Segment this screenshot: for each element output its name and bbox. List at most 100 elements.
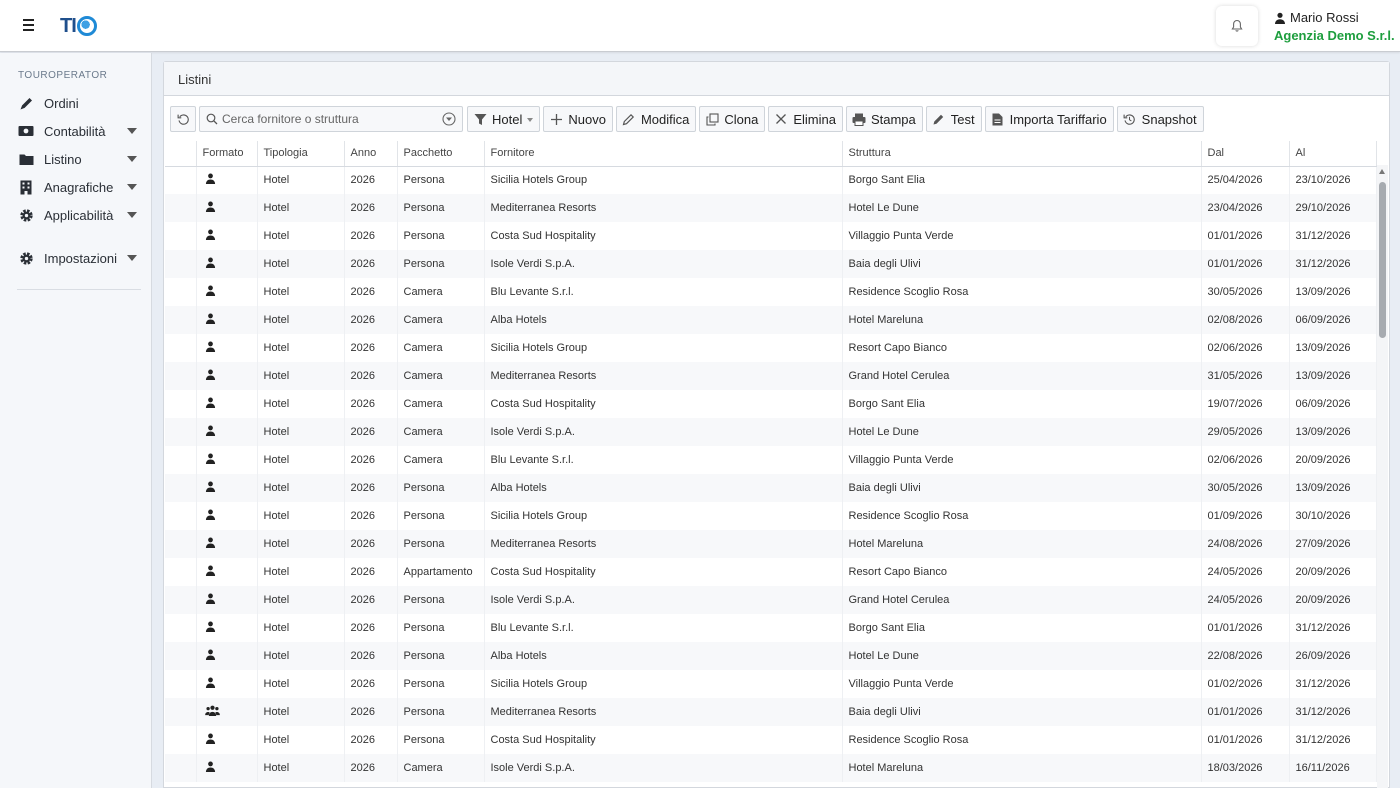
row-select-cell[interactable] <box>165 222 197 250</box>
chevron-down-icon[interactable] <box>127 212 137 218</box>
table-row[interactable]: Hotel 2026 Persona Blu Levante S.r.l. Borgo … <box>165 614 1377 642</box>
table-row[interactable]: Hotel 2026 Camera Blu Levante S.r.l. Villagg… <box>165 446 1377 474</box>
table-row[interactable]: Hotel 2026 Camera Alba Hotels Hotel Mareluna… <box>165 306 1377 334</box>
notifications-button[interactable] <box>1216 6 1258 46</box>
row-select-cell[interactable] <box>165 530 197 558</box>
column-header-formato[interactable]: Formato <box>196 141 258 167</box>
table-row[interactable]: Hotel 2026 Camera Blu Levante S.r.l. Residen… <box>165 278 1377 306</box>
column-header-dal[interactable]: Dal <box>1201 141 1290 167</box>
cell-anno: 2026 <box>344 278 398 306</box>
history-icon <box>1123 112 1137 126</box>
row-select-cell[interactable] <box>165 502 197 530</box>
print-button[interactable]: Stampa <box>845 106 923 132</box>
print-button-label: Stampa <box>870 111 916 127</box>
import-tariff-button[interactable]: Importa Tariffario <box>984 106 1114 132</box>
new-button[interactable]: Nuovo <box>543 106 613 132</box>
column-header-select[interactable] <box>165 141 197 167</box>
table-row[interactable]: Hotel 2026 Persona Alba Hotels Baia degli Ul… <box>165 474 1377 502</box>
cell-dal: 01/01/2026 <box>1201 726 1290 754</box>
type-filter-dropdown[interactable]: Hotel <box>467 106 541 132</box>
sidebar-item-contabilita[interactable]: Contabilità <box>17 120 139 142</box>
refresh-button[interactable] <box>170 106 196 132</box>
row-select-cell[interactable] <box>165 586 197 614</box>
app-logo[interactable]: TI <box>60 14 97 38</box>
logo-text: TI <box>60 14 77 37</box>
cell-al: 26/09/2026 <box>1289 642 1377 670</box>
column-header-struttura[interactable]: Struttura <box>842 141 1202 167</box>
table-row[interactable]: Hotel 2026 Persona Sicilia Hotels Group Resi… <box>165 502 1377 530</box>
table-row[interactable]: Hotel 2026 Persona Sicilia Hotels Group Borg… <box>165 166 1377 194</box>
row-select-cell[interactable] <box>165 306 197 334</box>
cell-pacchetto: Camera <box>397 754 485 782</box>
scrollbar-thumb[interactable] <box>1379 182 1386 338</box>
snapshot-button[interactable]: Snapshot <box>1116 106 1204 132</box>
row-select-cell[interactable] <box>165 390 197 418</box>
sidebar-item-applicabilita[interactable]: Applicabilità <box>17 204 139 226</box>
column-header-tipologia[interactable]: Tipologia <box>257 141 345 167</box>
table-row[interactable]: Hotel 2026 Camera Sicilia Hotels Group Resor… <box>165 334 1377 362</box>
clone-button[interactable]: Clona <box>699 106 766 132</box>
row-select-cell[interactable] <box>165 726 197 754</box>
column-header-pacchetto[interactable]: Pacchetto <box>397 141 485 167</box>
sidebar-item-listino[interactable]: Listino <box>17 148 139 170</box>
table-row[interactable]: Hotel 2026 Persona Mediterranea Resorts Hote… <box>165 530 1377 558</box>
table-row[interactable]: Hotel 2026 Camera Mediterranea Resorts Grand… <box>165 362 1377 390</box>
cell-anno: 2026 <box>344 726 398 754</box>
column-header-anno[interactable]: Anno <box>344 141 398 167</box>
edit-button[interactable]: Modifica <box>615 106 697 132</box>
row-select-cell[interactable] <box>165 362 197 390</box>
row-select-cell[interactable] <box>165 194 197 222</box>
vertical-scrollbar[interactable] <box>1377 165 1388 788</box>
row-select-cell[interactable] <box>165 474 197 502</box>
column-header-al[interactable]: Al <box>1289 141 1377 167</box>
cell-struttura: Hotel Mareluna <box>842 530 1202 558</box>
sidebar-item-ordini[interactable]: Ordini <box>17 92 139 114</box>
row-select-cell[interactable] <box>165 698 197 726</box>
chevron-down-icon[interactable] <box>127 184 137 190</box>
edit-button-label: Modifica <box>640 111 690 127</box>
row-select-cell[interactable] <box>165 334 197 362</box>
row-select-cell[interactable] <box>165 446 197 474</box>
row-select-cell[interactable] <box>165 278 197 306</box>
sidebar-item-anagrafiche[interactable]: Anagrafiche <box>17 176 139 198</box>
row-select-cell[interactable] <box>165 558 197 586</box>
table-row[interactable]: Hotel 2026 Camera Costa Sud Hospitality Borg… <box>165 390 1377 418</box>
table-row[interactable]: Hotel 2026 Persona Alba Hotels Hotel Le Dune… <box>165 642 1377 670</box>
test-button[interactable]: Test <box>925 106 982 132</box>
cell-pacchetto: Camera <box>397 418 485 446</box>
table-row[interactable]: Hotel 2026 Camera Isole Verdi S.p.A. Hotel M… <box>165 754 1377 782</box>
row-select-cell[interactable] <box>165 166 197 194</box>
sidebar-item-label: Contabilità <box>44 123 106 139</box>
scroll-up-arrow-icon[interactable] <box>1379 169 1385 174</box>
table-row[interactable]: Hotel 2026 Persona Mediterranea Resorts Hote… <box>165 194 1377 222</box>
row-select-cell[interactable] <box>165 754 197 782</box>
delete-button[interactable]: Elimina <box>768 106 843 132</box>
cell-formato <box>196 502 258 530</box>
row-select-cell[interactable] <box>165 614 197 642</box>
column-header-fornitore[interactable]: Fornitore <box>484 141 843 167</box>
sidebar-item-impostazioni[interactable]: Impostazioni <box>17 247 139 269</box>
row-select-cell[interactable] <box>165 670 197 698</box>
search-input[interactable] <box>222 112 434 126</box>
row-select-cell[interactable] <box>165 642 197 670</box>
chevron-down-icon[interactable] <box>127 156 137 162</box>
table-row[interactable]: Hotel 2026 Persona Sicilia Hotels Group Vill… <box>165 670 1377 698</box>
row-select-cell[interactable] <box>165 418 197 446</box>
table-row[interactable]: Hotel 2026 Persona Costa Sud Hospitality Res… <box>165 726 1377 754</box>
top-bar: TI Mario Rossi Agenzia Demo S.r.l. <box>0 0 1400 52</box>
table-row[interactable]: Hotel 2026 Appartamento Costa Sud Hospitali… <box>165 558 1377 586</box>
row-select-cell[interactable] <box>165 250 197 278</box>
table-row[interactable]: Hotel 2026 Persona Isole Verdi S.p.A. Baia d… <box>165 250 1377 278</box>
chevron-down-icon[interactable] <box>127 128 137 134</box>
search-box[interactable] <box>199 106 463 132</box>
table-row[interactable]: Hotel 2026 Persona Mediterranea Resorts Baia… <box>165 698 1377 726</box>
table-row[interactable]: Hotel 2026 Persona Isole Verdi S.p.A. Grand … <box>165 586 1377 614</box>
sidebar-section-title: TOUROPERATOR <box>18 70 108 81</box>
cell-fornitore: Alba Hotels <box>484 474 843 502</box>
hamburger-menu-icon[interactable] <box>20 16 38 36</box>
user-menu[interactable]: Mario Rossi Agenzia Demo S.r.l. <box>1274 10 1395 43</box>
chevron-down-icon[interactable] <box>127 255 137 261</box>
table-row[interactable]: Hotel 2026 Camera Isole Verdi S.p.A. Hotel L… <box>165 418 1377 446</box>
filter-circle-icon[interactable] <box>442 112 456 126</box>
table-row[interactable]: Hotel 2026 Persona Costa Sud Hospitality Vil… <box>165 222 1377 250</box>
